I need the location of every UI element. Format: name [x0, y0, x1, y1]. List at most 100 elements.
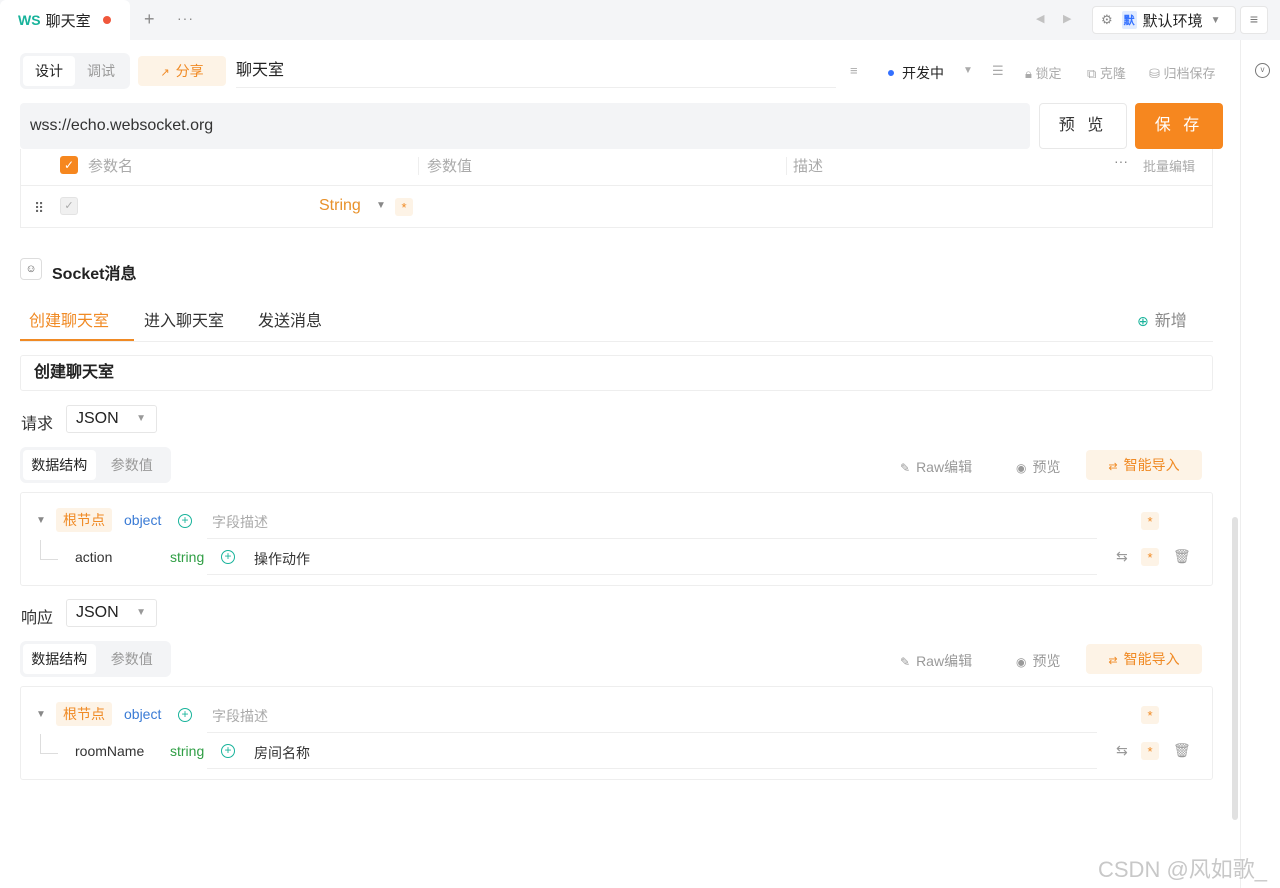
status-dot-icon: [888, 70, 894, 76]
add-child-icon[interactable]: +: [178, 514, 192, 528]
required-toggle[interactable]: *: [1141, 706, 1159, 724]
add-sibling-icon[interactable]: +: [221, 744, 235, 758]
tab-bar: WS 聊天室 + ··· ◀ ▶ ⚙ 默 默认环境 ▼ ≡: [0, 0, 1280, 40]
environment-select[interactable]: ⚙ 默 默认环境 ▼: [1092, 6, 1236, 34]
api-name-input[interactable]: 聊天室: [236, 56, 836, 88]
add-message-button[interactable]: ⊕ 新增: [1137, 307, 1187, 331]
collapse-panel-icon[interactable]: v: [1255, 63, 1270, 78]
tab-enter-room[interactable]: 进入聊天室: [144, 307, 224, 331]
mode-design-button[interactable]: 设计: [23, 56, 75, 86]
share-button[interactable]: ↗ 分享: [138, 56, 226, 86]
chevron-down-icon: ▼: [136, 413, 146, 424]
scroll-right-icon[interactable]: ▶: [1063, 12, 1071, 25]
field-type[interactable]: string: [170, 549, 204, 565]
environment-label: 默认环境: [1142, 12, 1203, 30]
menu-button[interactable]: ≡: [1240, 6, 1268, 34]
param-type-select[interactable]: String: [319, 197, 361, 215]
request-view-switch: 数据结构 参数值: [20, 447, 171, 483]
smart-import-button[interactable]: ⇄ 智能导入: [1086, 644, 1202, 674]
scroll-left-icon[interactable]: ◀: [1036, 12, 1044, 25]
archive-icon: ⛁: [1149, 66, 1160, 81]
root-node-label: 根节点: [56, 702, 112, 726]
lock-icon: 🔒︎: [1025, 66, 1032, 81]
tab-title: 聊天室: [45, 12, 91, 30]
status-chevron-down-icon[interactable]: ▼: [963, 65, 973, 76]
root-type[interactable]: object: [124, 512, 161, 528]
drag-handle-icon[interactable]: ⠿: [34, 200, 44, 217]
status-select[interactable]: 开发中: [888, 63, 944, 83]
tab-data-structure[interactable]: 数据结构: [23, 644, 96, 674]
tab-chat-room[interactable]: WS 聊天室: [0, 0, 130, 40]
divider: [207, 732, 1097, 733]
field-name[interactable]: action: [75, 549, 112, 565]
smart-import-button[interactable]: ⇄ 智能导入: [1086, 450, 1202, 480]
field-type[interactable]: string: [170, 743, 204, 759]
column-header-description: 描述: [793, 158, 824, 175]
tab-data-structure[interactable]: 数据结构: [23, 450, 96, 480]
column-divider[interactable]: [786, 157, 787, 175]
add-child-icon[interactable]: +: [178, 708, 192, 722]
mode-debug-button[interactable]: 调试: [75, 56, 127, 86]
response-format-select[interactable]: JSON ▼: [66, 599, 157, 627]
required-toggle[interactable]: *: [1141, 742, 1159, 760]
response-schema-tree: [20, 686, 1213, 780]
plus-circle-icon: ⊕: [1137, 313, 1149, 329]
more-tabs-icon[interactable]: ···: [177, 10, 194, 26]
select-all-checkbox[interactable]: ✓: [60, 156, 78, 174]
edit-icon: ✎: [900, 655, 911, 669]
preview-schema-button[interactable]: ◉ 预览: [1016, 457, 1060, 477]
scrollbar[interactable]: [1232, 517, 1238, 820]
tab-param-values[interactable]: 参数值: [96, 450, 169, 480]
environment-settings-icon[interactable]: ⚙: [1101, 12, 1113, 28]
eye-icon: ◉: [1016, 655, 1027, 669]
message-name-input[interactable]: 创建聊天室: [20, 355, 1213, 391]
more-options-icon[interactable]: ···: [1114, 153, 1128, 169]
field-description[interactable]: 房间名称: [254, 743, 310, 763]
tab-param-values[interactable]: 参数值: [96, 644, 169, 674]
divider: [20, 185, 1213, 186]
format-icon[interactable]: ≡: [850, 63, 858, 78]
response-view-switch: 数据结构 参数值: [20, 641, 171, 677]
tab-create-room[interactable]: 创建聊天室: [29, 307, 109, 331]
request-format-select[interactable]: JSON ▼: [66, 405, 157, 433]
smart-import-label: 智能导入: [1123, 651, 1180, 667]
field-description[interactable]: 操作动作: [254, 549, 310, 569]
raw-edit-button[interactable]: ✎ Raw编辑: [900, 457, 972, 477]
field-name[interactable]: roomName: [75, 743, 144, 759]
mode-switch: 设计 调试: [20, 53, 130, 89]
batch-edit-button[interactable]: 批量编辑: [1143, 156, 1195, 175]
required-toggle[interactable]: *: [1141, 512, 1159, 530]
protocol-tag: WS: [18, 12, 41, 28]
archive-button[interactable]: ⛁ 归档保存: [1149, 63, 1216, 82]
swap-icon[interactable]: ⇆: [1116, 742, 1128, 759]
section-title: Socket消息: [52, 266, 137, 283]
collapse-chevron-icon[interactable]: ▼: [36, 515, 46, 526]
collapse-chevron-icon[interactable]: ▼: [36, 709, 46, 720]
row-checkbox[interactable]: ✓: [60, 197, 78, 215]
tab-send-message[interactable]: 发送消息: [258, 307, 322, 331]
import-icon: ⇄: [1108, 461, 1118, 473]
new-tab-icon[interactable]: +: [144, 9, 155, 30]
raw-edit-button[interactable]: ✎ Raw编辑: [900, 651, 972, 671]
add-sibling-icon[interactable]: +: [221, 550, 235, 564]
required-toggle[interactable]: *: [395, 198, 413, 216]
raw-edit-label: Raw编辑: [916, 653, 973, 669]
lock-label: 锁定: [1035, 66, 1062, 81]
delete-icon[interactable]: 🗑︎: [1173, 548, 1191, 565]
root-type[interactable]: object: [124, 706, 161, 722]
swap-icon[interactable]: ⇆: [1116, 548, 1128, 565]
column-divider[interactable]: [418, 157, 419, 175]
save-button[interactable]: 保 存: [1135, 103, 1223, 149]
preview-button[interactable]: 预 览: [1039, 103, 1127, 149]
clone-button[interactable]: ⧉ 克隆: [1087, 63, 1126, 82]
root-description-input[interactable]: 字段描述: [212, 706, 268, 726]
delete-icon[interactable]: 🗑︎: [1173, 742, 1191, 759]
align-icon[interactable]: ☰: [992, 63, 1004, 79]
required-toggle[interactable]: *: [1141, 548, 1159, 566]
preview-schema-button[interactable]: ◉ 预览: [1016, 651, 1060, 671]
lock-button[interactable]: 🔒︎ 锁定: [1025, 63, 1062, 82]
root-description-input[interactable]: 字段描述: [212, 512, 268, 532]
archive-label: 归档保存: [1163, 66, 1216, 81]
chevron-down-icon[interactable]: ▼: [376, 200, 386, 211]
url-input[interactable]: wss://echo.websocket.org: [20, 103, 1030, 149]
